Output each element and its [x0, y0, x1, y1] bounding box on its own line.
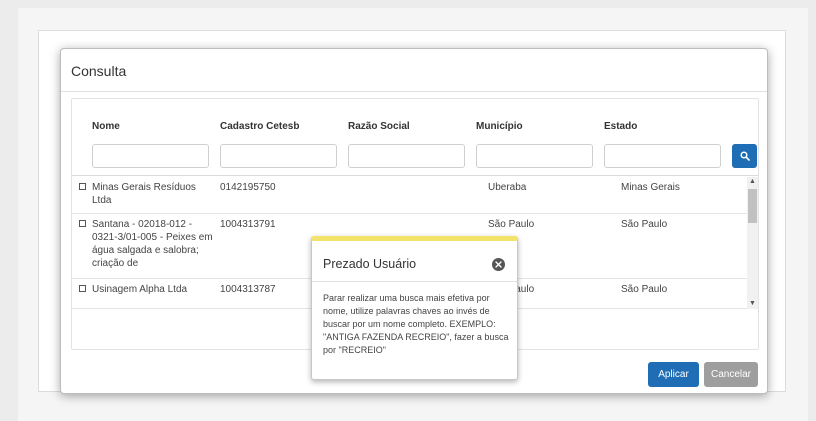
cell-cadastro: 1004313787: [220, 284, 276, 295]
cell-estado: São Paulo: [621, 219, 668, 230]
cell-municipio: São Paulo: [488, 219, 535, 230]
results-scrollbar[interactable]: ▲ ▼: [747, 177, 758, 309]
column-header-estado[interactable]: Estado: [604, 121, 637, 132]
modal-title: Consulta: [71, 63, 127, 79]
filter-cadastro-input[interactable]: [220, 144, 337, 168]
popover-title: Prezado Usuário: [323, 257, 417, 271]
header-divider: [72, 175, 758, 176]
cell-nome: Usinagem Alpha Ltda: [92, 284, 188, 295]
row-checkbox[interactable]: [79, 285, 86, 292]
cell-nome: Minas Gerais Resíduos Ltda: [92, 182, 196, 206]
table-row[interactable]: Minas Gerais Resíduos Ltda 0142195750 Ub…: [72, 177, 747, 214]
cell-nome: Santana - 02018-012 - 0321-3/01-005 - Pe…: [92, 219, 213, 269]
search-button[interactable]: [732, 144, 757, 168]
filter-estado-input[interactable]: [604, 144, 721, 168]
modal-divider: [61, 91, 767, 92]
row-checkbox[interactable]: [79, 220, 86, 227]
filter-razao-social-input[interactable]: [348, 144, 465, 168]
close-circle-icon[interactable]: [492, 258, 505, 271]
filter-municipio-input[interactable]: [476, 144, 593, 168]
scroll-up-icon[interactable]: ▲: [747, 177, 758, 187]
apply-button[interactable]: Aplicar: [648, 362, 699, 387]
user-notice-popover: Prezado Usuário Parar realizar uma busca…: [311, 236, 518, 380]
popover-body: Parar realizar uma busca mais efetiva po…: [323, 293, 509, 355]
scroll-thumb[interactable]: [748, 189, 757, 223]
cell-cadastro: 0142195750: [220, 182, 276, 193]
search-icon: [739, 151, 750, 161]
popover-divider: [312, 281, 517, 282]
row-checkbox[interactable]: [79, 183, 86, 190]
cell-cadastro: 1004313791: [220, 219, 276, 230]
scroll-down-icon[interactable]: ▼: [747, 299, 758, 309]
cell-municipio: Uberaba: [488, 182, 527, 193]
column-header-cadastro[interactable]: Cadastro Cetesb: [220, 121, 299, 132]
filter-nome-input[interactable]: [92, 144, 209, 168]
column-header-nome[interactable]: Nome: [92, 121, 120, 132]
cancel-button[interactable]: Cancelar: [704, 362, 758, 387]
cell-estado: São Paulo: [621, 284, 668, 295]
cell-estado: Minas Gerais: [621, 182, 680, 193]
column-header-razao-social[interactable]: Razão Social: [348, 121, 410, 132]
column-header-municipio[interactable]: Município: [476, 121, 523, 132]
